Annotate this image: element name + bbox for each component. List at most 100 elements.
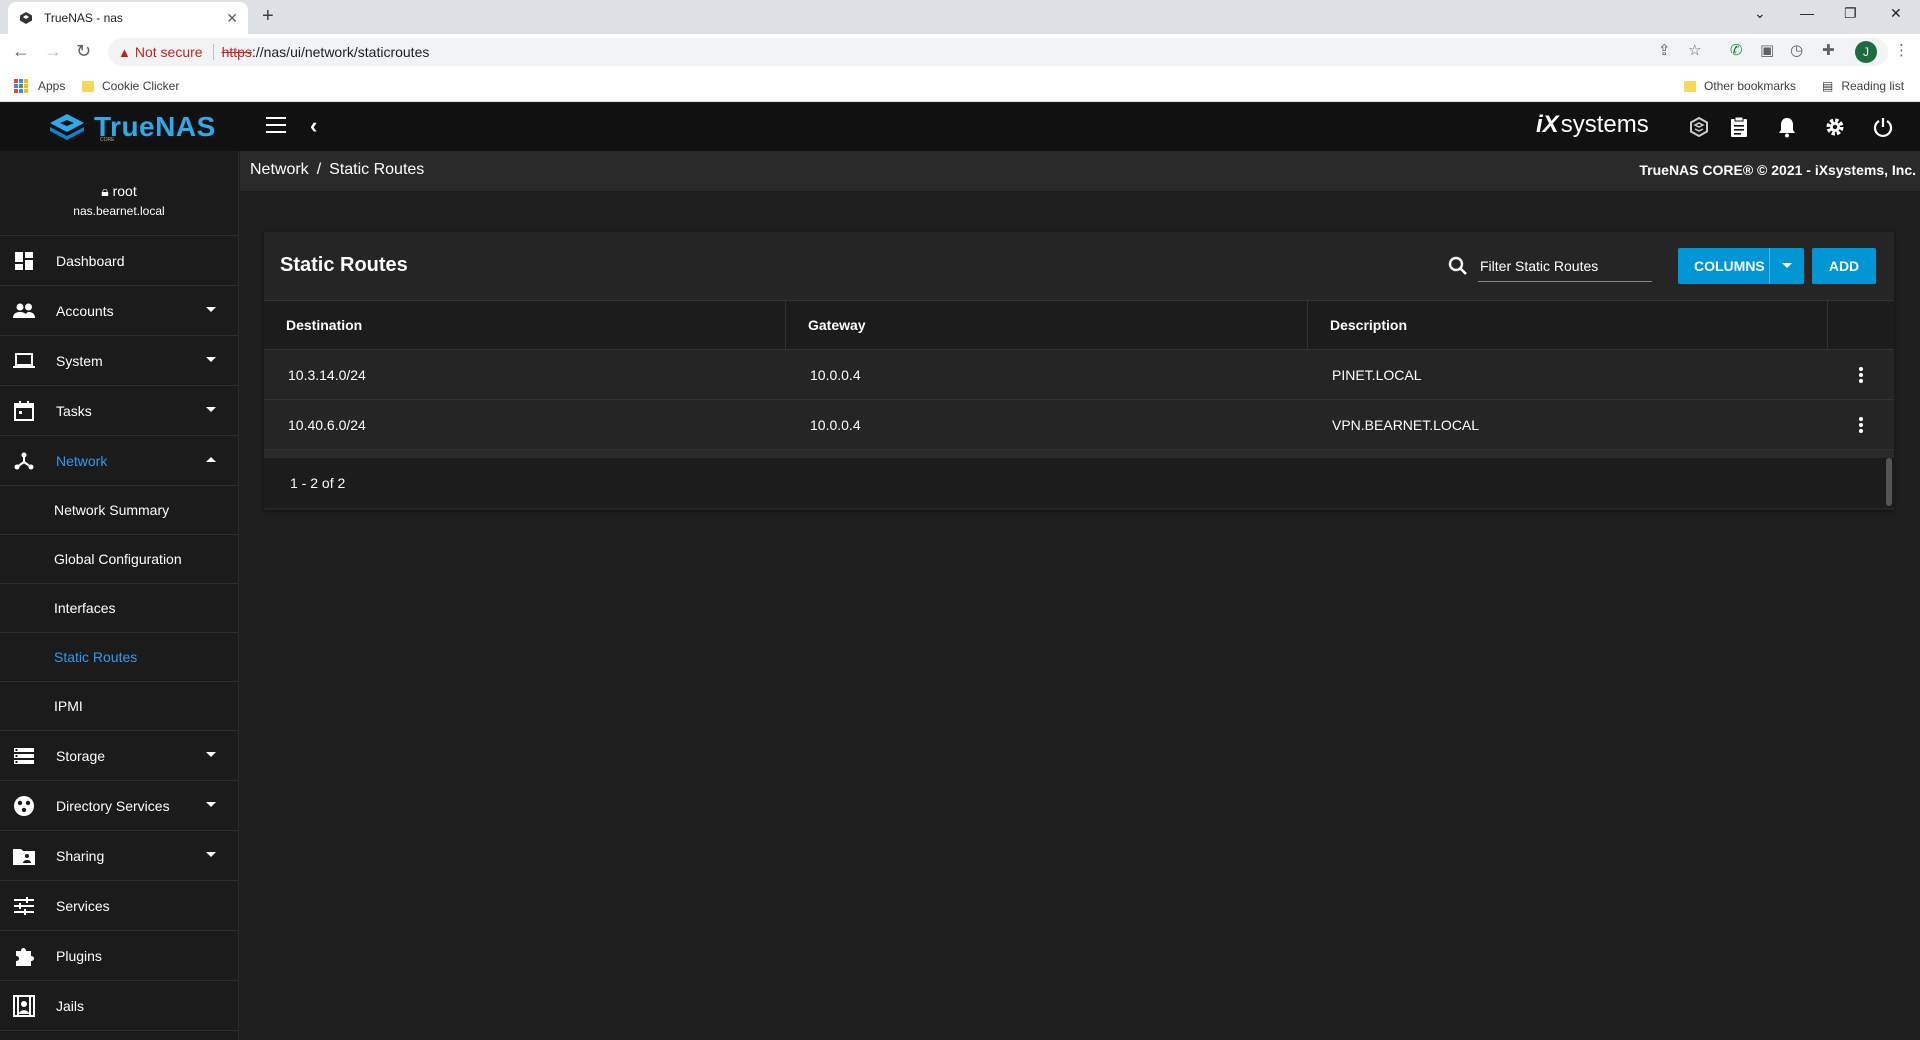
dashboard-icon [12, 249, 36, 273]
sidebar-item-label: Directory Services [56, 797, 170, 814]
table-row[interactable]: 10.40.6.0/24 10.0.0.4 VPN.BEARNET.LOCAL [264, 400, 1894, 450]
sidebar-item-storage[interactable]: Storage [0, 731, 238, 781]
row-actions-icon[interactable] [1828, 350, 1894, 399]
sidebar-item-services[interactable]: Services [0, 881, 238, 931]
menu-toggle-icon[interactable] [266, 117, 286, 133]
share-icon[interactable]: ⇪ [1658, 41, 1671, 59]
filter-input[interactable]: Filter Static Routes [1478, 252, 1652, 282]
timer-extension-icon[interactable]: ◷ [1790, 41, 1803, 59]
not-secure-label[interactable]: Not secure [135, 44, 203, 60]
card-title: Static Routes [280, 254, 408, 276]
ixsystems-logo[interactable]: iX systems [1536, 111, 1649, 139]
address-bar[interactable]: ▲ Not secure https ://nas/ui/network/sta… [108, 38, 1888, 66]
breadcrumb-separator: / [316, 161, 322, 178]
back-icon[interactable]: ← [12, 42, 30, 60]
ix-mark: iX [1536, 111, 1559, 138]
truecommand-icon[interactable] [1686, 114, 1712, 140]
bookmark-reading-list-label: Reading list [1841, 79, 1905, 93]
forward-icon[interactable]: → [44, 42, 62, 60]
column-header-actions [1828, 301, 1894, 349]
sidebar-item-network[interactable]: Network [0, 436, 238, 486]
bookmark-star-icon[interactable]: ☆ [1688, 41, 1701, 59]
profile-avatar[interactable]: J [1855, 41, 1877, 63]
sidebar-item-accounts[interactable]: Accounts [0, 286, 238, 336]
user-block: 🔒︎ root nas.bearnet.local [0, 151, 238, 236]
column-header-destination[interactable]: Destination [264, 301, 786, 349]
power-icon[interactable] [1870, 114, 1896, 140]
sidebar-subitem-ipmi[interactable]: IPMI [0, 682, 238, 731]
sidebar-item-directory-services[interactable]: Directory Services [0, 781, 238, 831]
sidebar-subitem-interfaces[interactable]: Interfaces [0, 584, 238, 633]
sidebar-subitem-network-summary[interactable]: Network Summary [0, 486, 238, 535]
expand-caret-icon [206, 357, 216, 362]
bookmark-other[interactable]: Other bookmarks [1684, 79, 1796, 93]
truenas-favicon-icon [18, 10, 34, 26]
sidebar-subitem-static-routes[interactable]: Static Routes [0, 633, 238, 682]
breadcrumb: Network / Static Routes [250, 161, 424, 179]
bookmark-cookie-clicker[interactable]: Cookie Clicker [82, 79, 179, 93]
sidebar-item-dashboard[interactable]: Dashboard [0, 236, 238, 286]
sidebar-item-jails[interactable]: Jails [0, 981, 238, 1031]
column-header-description[interactable]: Description [1308, 301, 1828, 349]
sidebar-subitem-label: Global Configuration [54, 551, 182, 567]
cell-gateway: 10.0.0.4 [810, 366, 861, 383]
truenas-logo[interactable]: TrueNAS [48, 111, 216, 143]
sidebar-item-tasks[interactable]: Tasks [0, 386, 238, 436]
minimize-icon[interactable]: — [1800, 5, 1814, 21]
truenas-logo-icon [50, 114, 84, 140]
warning-icon: ▲ [118, 44, 131, 60]
restore-icon[interactable]: ❐ [1844, 5, 1857, 22]
extensions-puzzle-icon[interactable]: ✚ [1822, 41, 1835, 59]
tab-search-icon[interactable]: ⌄ [1754, 5, 1766, 22]
reload-icon[interactable]: ↻ [76, 42, 91, 60]
browser-menu-icon[interactable]: ⋮ [1894, 41, 1909, 59]
expand-caret-icon [206, 752, 216, 757]
scrollbar-thumb[interactable] [1886, 458, 1892, 506]
row-actions-icon[interactable] [1828, 400, 1894, 449]
sidebar-item-plugins[interactable]: Plugins [0, 931, 238, 981]
browser-tab-strip: TrueNAS - nas ✕ + ⌄ — ❐ ✕ [0, 0, 1920, 34]
cell-description: PINET.LOCAL [1332, 366, 1422, 383]
pagination-label: 1 - 2 of 2 [290, 475, 346, 491]
add-button[interactable]: ADD [1812, 248, 1876, 284]
puzzle-piece-icon [12, 944, 36, 968]
new-tab-button[interactable]: + [262, 6, 274, 26]
collapse-chevron-icon[interactable]: ‹ [310, 113, 317, 139]
sidebar-item-label: System [56, 352, 103, 369]
bookmark-reading-list[interactable]: ▤ Reading list [1822, 79, 1904, 93]
storage-list-icon [12, 744, 36, 768]
table-row[interactable]: 10.3.14.0/24 10.0.0.4 PINET.LOCAL [264, 350, 1894, 400]
expand-caret-icon [206, 802, 216, 807]
breadcrumb-network-link[interactable]: Network [250, 161, 309, 178]
apps-grid-icon [14, 79, 28, 93]
shared-folder-icon [12, 844, 36, 868]
column-header-gateway[interactable]: Gateway [786, 301, 1308, 349]
sidebar-subitem-global-configuration[interactable]: Global Configuration [0, 535, 238, 584]
settings-gear-icon[interactable] [1822, 114, 1848, 140]
columns-button[interactable]: COLUMNS [1678, 248, 1804, 284]
task-manager-icon[interactable] [1726, 114, 1752, 140]
network-hub-icon [12, 449, 36, 473]
bookmark-cookie-clicker-label: Cookie Clicker [102, 79, 180, 93]
lock-icon: 🔒︎ [101, 183, 109, 199]
user-name: root [112, 183, 137, 199]
browser-tab[interactable]: TrueNAS - nas ✕ [8, 2, 248, 34]
sidebar-item-sharing[interactable]: Sharing [0, 831, 238, 881]
sidebar-subitem-label: IPMI [54, 698, 83, 714]
static-routes-table: Destination Gateway Description 10.3.14.… [264, 300, 1894, 508]
cast-extension-icon[interactable]: ▣ [1760, 41, 1774, 59]
cell-destination: 10.40.6.0/24 [288, 416, 366, 433]
phone-extension-icon[interactable]: ✆ [1730, 41, 1743, 59]
sidebar-item-system[interactable]: System [0, 336, 238, 386]
bookmark-apps[interactable]: Apps [14, 79, 65, 93]
ix-wordmark: systems [1560, 111, 1649, 138]
sidebar-item-label: Plugins [56, 947, 102, 964]
button-divider [1769, 248, 1770, 284]
notifications-bell-icon[interactable] [1774, 114, 1800, 140]
browser-toolbar: ← → ↻ ▲ Not secure https ://nas/ui/netwo… [0, 34, 1920, 70]
tab-close-icon[interactable]: ✕ [226, 10, 238, 27]
close-window-icon[interactable]: ✕ [1890, 5, 1902, 22]
add-button-label: ADD [1828, 258, 1860, 274]
sidebar-item-label: Tasks [56, 402, 92, 419]
static-routes-card: Static Routes Filter Static Routes COLUM… [264, 232, 1894, 510]
